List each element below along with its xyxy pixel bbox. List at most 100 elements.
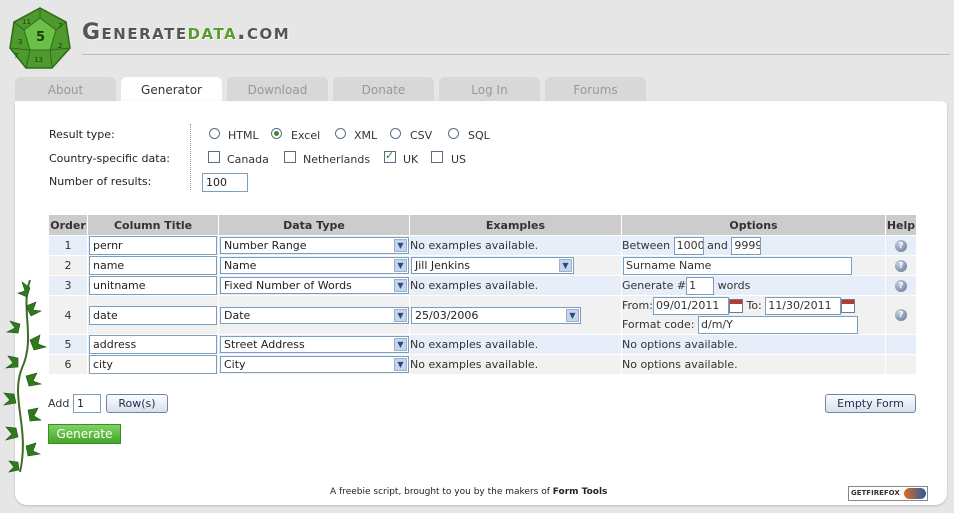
header-divider (82, 54, 950, 55)
word-count-input[interactable]: 1 (686, 276, 715, 295)
column-title-input[interactable] (89, 236, 217, 255)
row-order: 5 (49, 335, 87, 354)
examples-select[interactable]: Jill Jenkins ▼ (411, 257, 574, 274)
result-type-label: Result type: (49, 128, 115, 141)
get-firefox-badge[interactable]: GETFIREFOX (848, 486, 928, 501)
checkbox-us-label: US (451, 153, 467, 166)
die-number: 7 (14, 52, 18, 60)
help-icon[interactable]: ? (895, 309, 907, 321)
range-from-input[interactable]: 1000 (673, 236, 704, 255)
row-order: 4 (49, 296, 87, 334)
examples-select[interactable]: 25/03/2006 ▼ (411, 306, 581, 324)
firefox-badge-text: GETFIREFOX (851, 489, 900, 497)
calendar-icon[interactable] (841, 299, 856, 313)
tab-donate[interactable]: Donate (333, 77, 434, 102)
date-to-input[interactable]: 11/30/2011 (765, 297, 842, 315)
radio-xml[interactable] (335, 128, 346, 139)
footer-text: A freebie script, brought to you by the … (330, 487, 550, 497)
radio-html-label: HTML (228, 129, 259, 142)
empty-form-button[interactable]: Empty Form (825, 394, 916, 413)
checkbox-netherlands[interactable] (284, 151, 296, 163)
num-results-input[interactable] (202, 173, 248, 192)
column-title-input[interactable] (89, 256, 217, 275)
header-column-title: Column Title (88, 215, 218, 235)
data-type-select[interactable]: Date ▼ (220, 306, 409, 324)
calendar-icon[interactable] (728, 299, 743, 313)
data-type-select[interactable]: Street Address ▼ (220, 336, 409, 353)
add-rows-count-input[interactable] (73, 394, 101, 413)
die-number: 7 (58, 22, 62, 30)
data-type-select[interactable]: Number Range ▼ (220, 237, 409, 254)
table-row: 5 Street Address ▼ No examples available.… (49, 335, 916, 354)
tab-generator[interactable]: Generator (121, 77, 222, 103)
settings-separator (190, 124, 191, 190)
data-type-select[interactable]: City ▼ (220, 356, 409, 373)
checkbox-canada[interactable] (208, 151, 220, 163)
chevron-down-icon: ▼ (394, 308, 407, 322)
table-row: 2 Name ▼ Jill Jenkins ▼ Surname Name ? (49, 256, 916, 275)
row-order: 3 (49, 276, 87, 295)
checkbox-uk-label: UK (403, 153, 419, 166)
tab-download[interactable]: Download (227, 77, 328, 102)
die-logo-icon: 11 5 7 3 2 13 7 (9, 7, 71, 69)
num-results-label: Number of results: (49, 175, 152, 188)
range-to-input[interactable]: 9999 (731, 236, 762, 255)
radio-html[interactable] (209, 128, 220, 139)
table-row: 1 Number Range ▼ No examples available. B… (49, 236, 916, 255)
help-icon[interactable]: ? (895, 239, 907, 252)
add-rows-button[interactable]: Row(s) (106, 394, 168, 413)
header-options: Options (622, 215, 885, 235)
examples-value: Jill Jenkins (415, 259, 471, 272)
radio-csv[interactable] (390, 128, 401, 139)
data-type-value: Number Range (224, 239, 307, 252)
chevron-down-icon: ▼ (566, 308, 579, 322)
examples-text: No examples available. (410, 276, 621, 295)
examples-text: No examples available. (410, 355, 621, 374)
tab-log-in[interactable]: Log In (439, 77, 540, 102)
options-cell: Between 1000 and 9999 (622, 236, 885, 255)
chevron-down-icon: ▼ (394, 239, 407, 252)
options-cell: From: 09/01/2011 To: 11/30/2011 Format co… (622, 296, 885, 334)
checkbox-us[interactable] (431, 151, 443, 163)
range-prefix-label: Between (622, 238, 671, 252)
generate-button[interactable]: Generate (48, 424, 121, 444)
die-number: 11 (22, 18, 31, 26)
radio-excel[interactable] (271, 128, 282, 139)
row-order: 1 (49, 236, 87, 255)
footer-credit: A freebie script, brought to you by the … (330, 487, 607, 497)
format-code-input[interactable]: d/m/Y (698, 316, 858, 334)
data-type-select[interactable]: Name ▼ (220, 257, 409, 274)
data-type-value: Street Address (224, 338, 305, 351)
data-type-value: Fixed Number of Words (224, 279, 352, 292)
chevron-down-icon: ▼ (559, 259, 572, 272)
help-icon[interactable]: ? (895, 279, 907, 292)
column-title-input[interactable] (89, 335, 217, 354)
chevron-down-icon: ▼ (394, 358, 407, 371)
brand-prefix: Generate (82, 20, 188, 45)
header-data-type: Data Type (219, 215, 409, 235)
data-type-value: Name (224, 259, 257, 272)
header-order: Order (49, 215, 87, 235)
die-number: 3 (18, 38, 22, 46)
options-cell: Generate #1 words (622, 276, 885, 295)
tab-about[interactable]: About (15, 77, 116, 102)
checkbox-uk[interactable] (384, 149, 396, 163)
name-format-input[interactable]: Surname Name (623, 256, 852, 275)
column-title-input[interactable] (89, 305, 217, 325)
column-title-input[interactable] (89, 355, 217, 374)
radio-sql[interactable] (448, 128, 459, 139)
date-from-label: From: (622, 299, 653, 312)
ivy-decoration-icon (2, 279, 48, 473)
column-title-input[interactable] (89, 276, 217, 295)
help-icon[interactable]: ? (895, 259, 907, 272)
tab-forums[interactable]: Forums (545, 77, 646, 102)
form-tools-link[interactable]: Form Tools (553, 487, 608, 497)
data-type-select[interactable]: Fixed Number of Words ▼ (220, 277, 409, 294)
header-examples: Examples (410, 215, 621, 235)
date-to-label: To: (746, 299, 762, 312)
die-number: 5 (36, 30, 45, 45)
format-code-label: Format code: (622, 318, 695, 331)
country-data-label: Country-specific data: (49, 152, 171, 165)
brand-logo[interactable]: Generatedata.com (82, 20, 290, 45)
date-from-input[interactable]: 09/01/2011 (652, 297, 729, 315)
